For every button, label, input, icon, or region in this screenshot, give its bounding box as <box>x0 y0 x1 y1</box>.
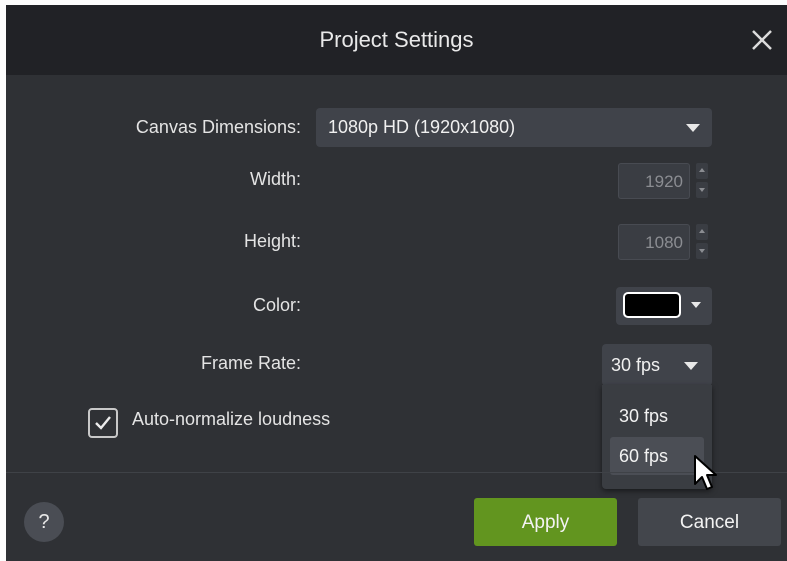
close-button[interactable] <box>747 25 777 55</box>
width-stepper[interactable] <box>696 163 708 199</box>
frame-rate-option-60[interactable]: 60 fps <box>610 437 704 475</box>
frame-rate-value: 30 fps <box>611 355 661 375</box>
width-decrement-button[interactable] <box>696 182 708 198</box>
cancel-button-label: Cancel <box>679 512 740 533</box>
height-value: 1080 <box>645 233 683 252</box>
help-button[interactable]: ? <box>24 502 64 542</box>
height-increment-button[interactable] <box>696 224 708 240</box>
height-input[interactable]: 1080 <box>618 224 690 260</box>
canvas-dimensions-label: Canvas Dimensions: <box>135 117 301 137</box>
project-settings-dialog: Project Settings Canvas Dimensions: 1080… <box>6 5 787 561</box>
color-picker-button[interactable] <box>616 287 712 325</box>
width-label: Width: <box>249 169 301 189</box>
height-label: Height: <box>243 231 301 251</box>
height-stepper[interactable] <box>696 224 708 260</box>
width-increment-button[interactable] <box>696 163 708 179</box>
color-swatch <box>623 292 681 318</box>
frame-rate-label: Frame Rate: <box>200 353 301 373</box>
help-icon: ? <box>38 511 50 533</box>
mouse-cursor-icon <box>694 455 717 490</box>
dialog-title: Project Settings <box>319 27 474 52</box>
frame-rate-select[interactable]: 30 fps <box>602 344 712 386</box>
canvas-dimensions-value: 1080p HD (1920x1080) <box>328 117 516 137</box>
auto-normalize-label: Auto-normalize loudness <box>132 409 331 429</box>
chevron-down-icon <box>684 362 698 370</box>
close-icon <box>752 30 772 50</box>
width-value: 1920 <box>645 172 683 191</box>
color-label: Color: <box>252 295 301 315</box>
checkmark-icon <box>95 416 111 430</box>
height-decrement-button[interactable] <box>696 243 708 259</box>
apply-button-label: Apply <box>521 512 570 533</box>
dialog-titlebar: Project Settings <box>6 5 787 75</box>
chevron-down-icon <box>686 124 700 132</box>
apply-button[interactable]: Apply <box>474 498 617 546</box>
frame-rate-option-30[interactable]: 30 fps <box>610 397 704 435</box>
width-input[interactable]: 1920 <box>618 163 690 199</box>
cancel-button[interactable]: Cancel <box>638 498 781 546</box>
chevron-down-icon <box>691 302 701 308</box>
footer-divider <box>6 472 787 473</box>
canvas-dimensions-select[interactable]: 1080p HD (1920x1080) <box>316 108 712 147</box>
auto-normalize-checkbox[interactable] <box>88 408 118 438</box>
